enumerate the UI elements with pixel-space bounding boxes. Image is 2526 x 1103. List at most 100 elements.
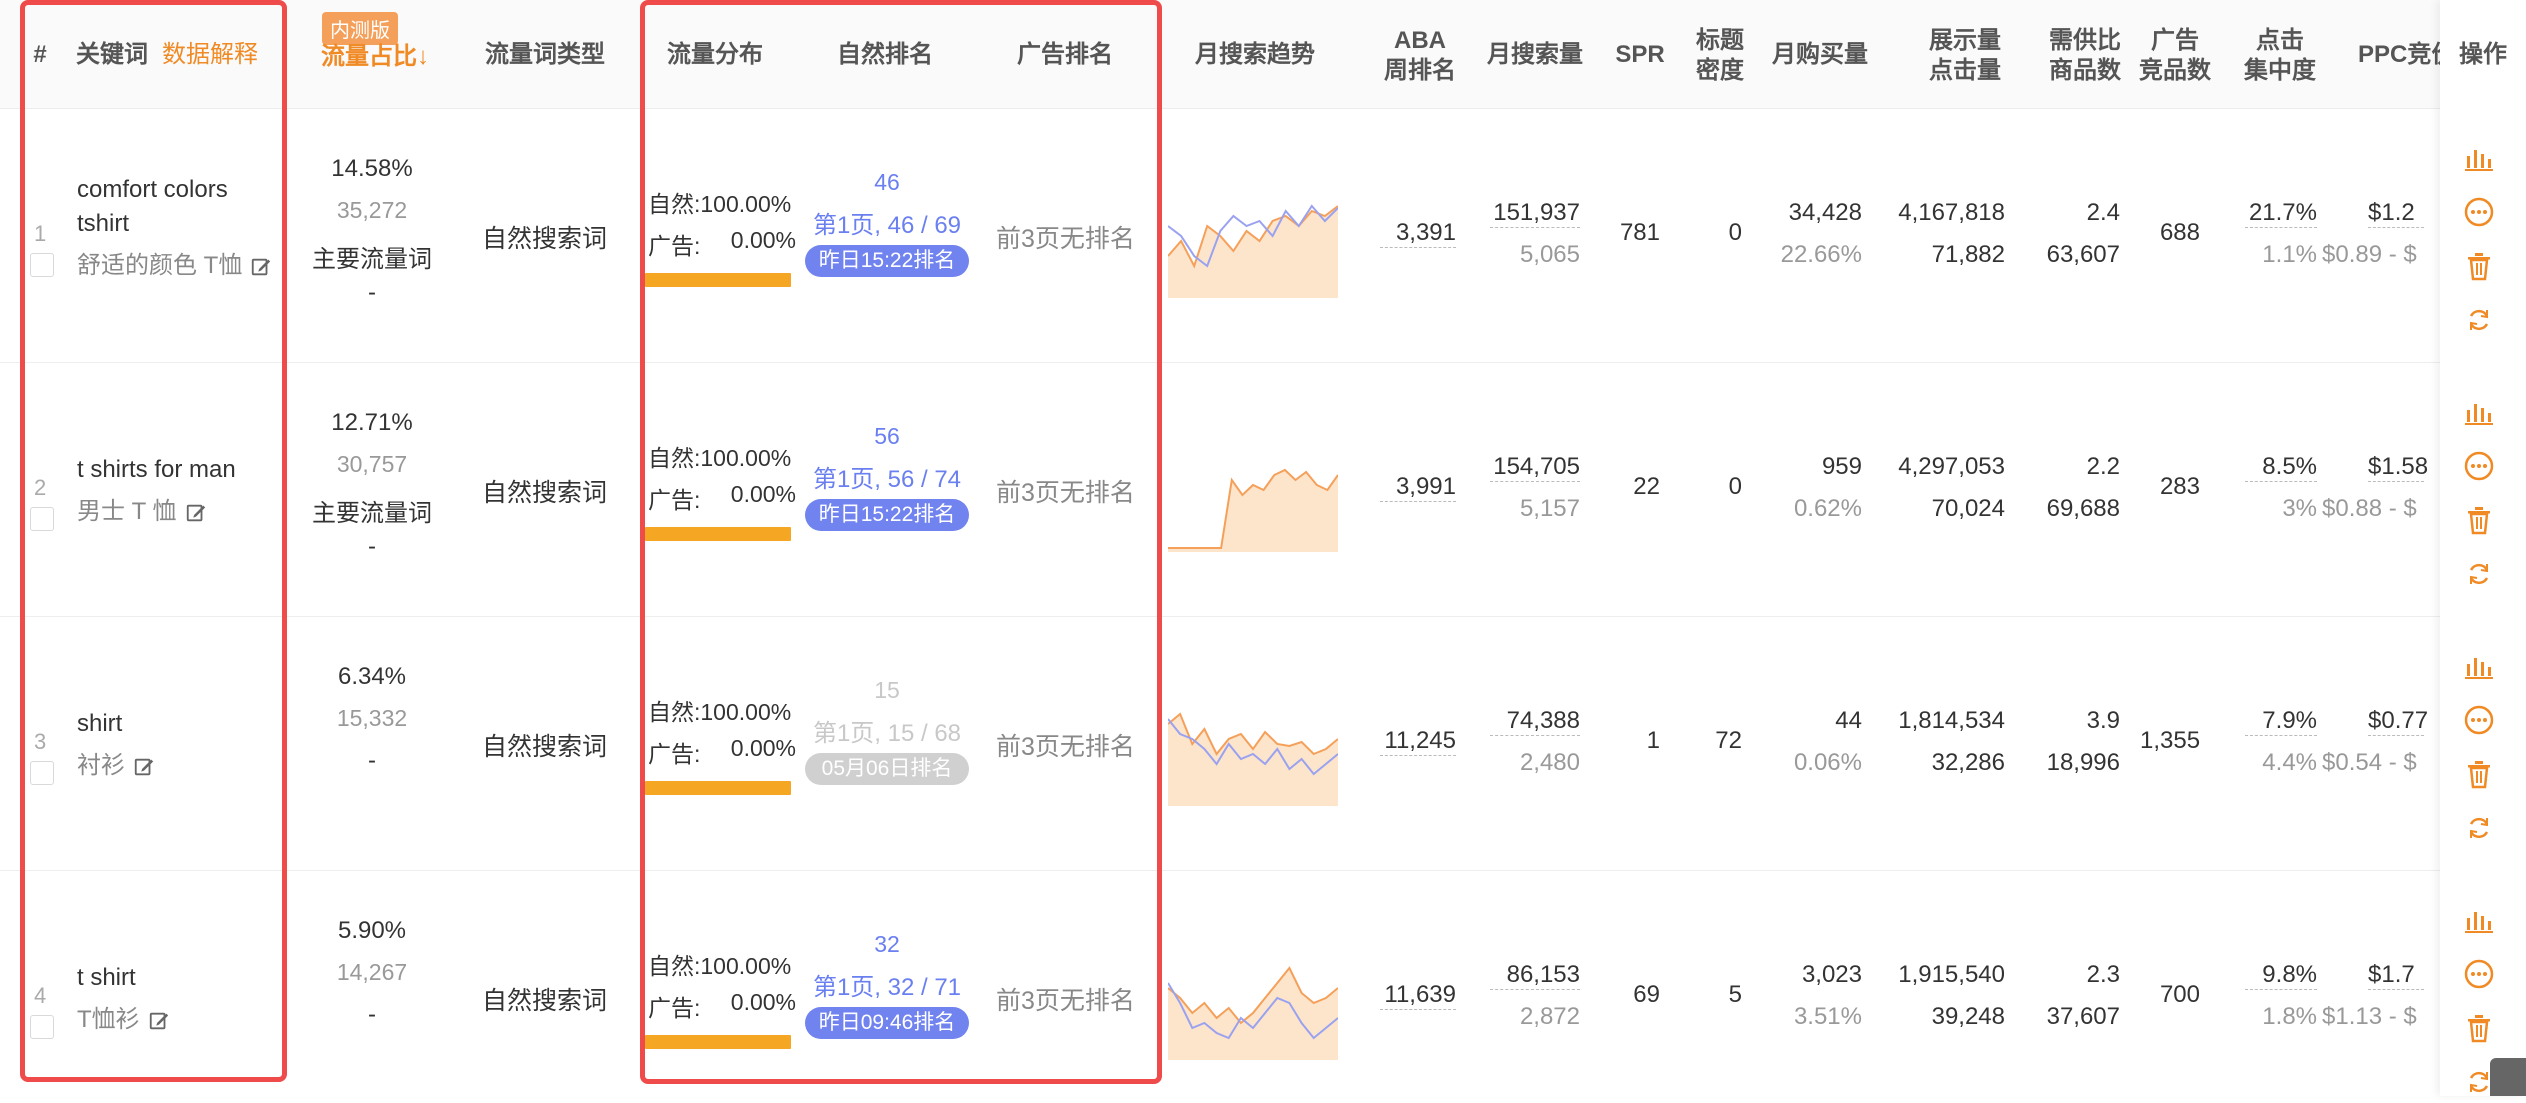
header-adcomp-line1: 广告 <box>2151 27 2199 54</box>
traffic-share-count: 30,757 <box>336 451 408 477</box>
delete-icon[interactable] <box>2463 250 2495 282</box>
ppc-bid[interactable]: $1.2 <box>2368 199 2424 228</box>
monthly-trend-sparkline[interactable] <box>1168 442 1338 552</box>
ppc-bid[interactable]: $1.58 <box>2368 453 2428 482</box>
chart-icon[interactable] <box>2463 904 2495 936</box>
traffic-share-dash: - <box>368 1001 376 1028</box>
click-concentration-sub: 4.4% <box>2262 749 2317 776</box>
header-aba-line1: ABA <box>1394 27 1446 54</box>
aba-rank[interactable]: 11,245 <box>1380 727 1456 756</box>
clicks: 39,248 <box>1931 1003 2005 1030</box>
monthly-buy-volume: 34,428 <box>1788 199 1862 226</box>
trend-line-orange-area <box>1168 206 1338 298</box>
monthly-search-volume[interactable]: 86,153 <box>1490 961 1580 990</box>
clicks: 71,882 <box>1931 241 2005 268</box>
traffic-share-count: 35,272 <box>336 197 408 223</box>
ad-competitor-count: 688 <box>2159 219 2200 246</box>
monthly-search-sub: 2,872 <box>1519 1003 1580 1030</box>
ppc-range: $0.54 - $ <box>2322 749 2417 776</box>
monthly-buy-pct: 3.51% <box>1793 1003 1862 1030</box>
header-title-line2: 密度 <box>1696 57 1744 84</box>
monthly-buy-pct: 22.66% <box>1780 241 1862 268</box>
traffic-type: 自然搜索词 <box>482 225 608 253</box>
spr-value: 22 <box>1633 473 1660 500</box>
monthly-search-volume[interactable]: 74,388 <box>1490 707 1580 736</box>
header-impr-line1: 展示量 <box>1929 27 2001 54</box>
monthly-search-volume[interactable]: 151,937 <box>1490 199 1580 228</box>
traffic-share-pct: 14.58% <box>331 155 413 182</box>
supply-demand-ratio: 2.3 <box>2086 961 2120 988</box>
traffic-share-pct: 6.34% <box>337 663 407 690</box>
clicks: 32,286 <box>1931 749 2005 776</box>
header-traffic-share-sort[interactable]: 流量占比↓ <box>300 42 450 72</box>
product-count: 63,607 <box>2046 241 2120 268</box>
more-icon[interactable] <box>2463 704 2495 736</box>
click-concentration[interactable]: 21.7% <box>2245 199 2317 228</box>
monthly-trend-sparkline[interactable] <box>1168 188 1338 298</box>
highlight-box-rank <box>640 0 1162 1084</box>
supply-demand-ratio: 2.4 <box>2086 199 2120 226</box>
refresh-icon[interactable] <box>2463 558 2495 590</box>
traffic-share-pct: 12.71% <box>331 409 413 436</box>
row-divider <box>0 362 2440 363</box>
impressions: 1,814,534 <box>1898 707 2005 734</box>
traffic-type: 自然搜索词 <box>482 479 608 507</box>
delete-icon[interactable] <box>2463 1012 2495 1044</box>
delete-icon[interactable] <box>2463 758 2495 790</box>
chart-icon[interactable] <box>2463 396 2495 428</box>
header-monthly-trend: 月搜索趋势 <box>1195 41 1315 68</box>
product-count: 69,688 <box>2046 495 2120 522</box>
beta-badge: 内测版 <box>322 12 398 45</box>
spr-value: 1 <box>1646 727 1660 754</box>
title-density: 0 <box>1728 219 1742 246</box>
traffic-share-dash: - <box>368 533 376 560</box>
more-icon[interactable] <box>2463 450 2495 482</box>
trend-line-orange-area <box>1168 470 1338 552</box>
ppc-range: $0.88 - $ <box>2322 495 2417 522</box>
refresh-icon[interactable] <box>2463 304 2495 336</box>
monthly-search-volume[interactable]: 154,705 <box>1490 453 1580 482</box>
monthly-search-sub: 2,480 <box>1519 749 1580 776</box>
chart-icon[interactable] <box>2463 650 2495 682</box>
header-traffic-type: 流量词类型 <box>485 41 605 68</box>
traffic-share-count: 15,332 <box>336 705 408 731</box>
traffic-share-dash: - <box>368 747 376 774</box>
supply-demand-ratio: 2.2 <box>2086 453 2120 480</box>
ppc-bid[interactable]: $0.77 <box>2368 707 2428 736</box>
header-supply-line1: 需供比 <box>2049 27 2121 54</box>
highlight-box-keyword <box>20 0 287 1082</box>
traffic-tag: 主要流量词 <box>312 500 432 527</box>
traffic-tag: 主要流量词 <box>312 246 432 273</box>
delete-icon[interactable] <box>2463 504 2495 536</box>
click-concentration[interactable]: 7.9% <box>2245 707 2317 736</box>
spr-value: 781 <box>1619 219 1660 246</box>
ppc-range: $1.13 - $ <box>2322 1003 2417 1030</box>
traffic-share-dash: - <box>368 279 376 306</box>
click-concentration[interactable]: 8.5% <box>2245 453 2317 482</box>
monthly-buy-pct: 0.06% <box>1793 749 1862 776</box>
monthly-buy-volume: 3,023 <box>1801 961 1862 988</box>
refresh-icon[interactable] <box>2463 812 2495 844</box>
ppc-bid[interactable]: $1.7 <box>2368 961 2424 990</box>
title-density: 72 <box>1715 727 1742 754</box>
product-count: 37,607 <box>2046 1003 2120 1030</box>
monthly-trend-sparkline[interactable] <box>1168 696 1338 806</box>
aba-rank[interactable]: 3,991 <box>1380 473 1456 502</box>
more-icon[interactable] <box>2463 958 2495 990</box>
click-concentration-sub: 3% <box>2282 495 2317 522</box>
traffic-share-pct: 5.90% <box>337 917 407 944</box>
traffic-type: 自然搜索词 <box>482 733 608 761</box>
trend-line-orange-area <box>1168 714 1338 806</box>
click-concentration-sub: 1.8% <box>2262 1003 2317 1030</box>
header-aba-line2: 周排名 <box>1384 57 1456 84</box>
impressions: 1,915,540 <box>1898 961 2005 988</box>
more-icon[interactable] <box>2463 196 2495 228</box>
aba-rank[interactable]: 11,639 <box>1380 981 1456 1010</box>
monthly-trend-sparkline[interactable] <box>1168 950 1338 1060</box>
scroll-corner-handle[interactable] <box>2490 1058 2526 1096</box>
aba-rank[interactable]: 3,391 <box>1380 219 1456 248</box>
click-concentration[interactable]: 9.8% <box>2245 961 2317 990</box>
chart-icon[interactable] <box>2463 142 2495 174</box>
traffic-share-count: 14,267 <box>336 959 408 985</box>
impressions: 4,297,053 <box>1898 453 2005 480</box>
